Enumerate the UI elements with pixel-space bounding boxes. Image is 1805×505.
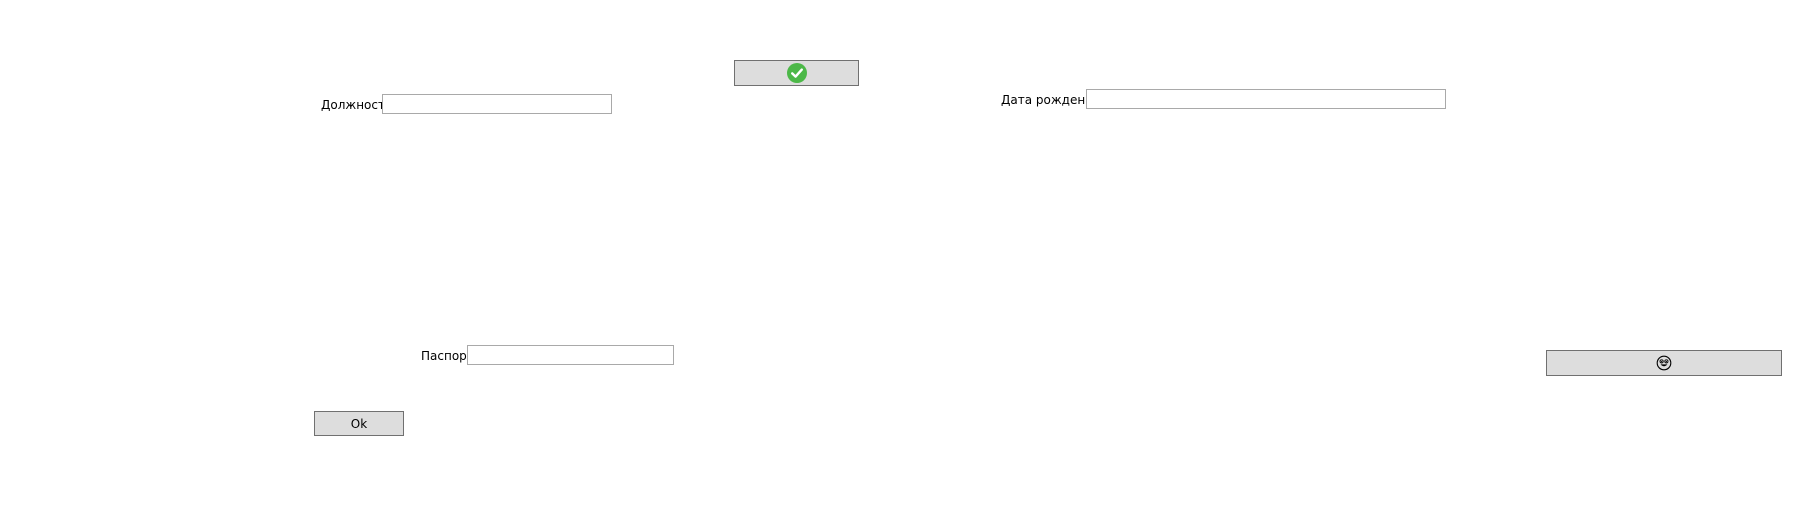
birthdate-input[interactable]: [1086, 89, 1446, 109]
position-input[interactable]: [382, 94, 612, 114]
ok-button[interactable]: Ok: [314, 411, 404, 436]
green-checkmark-icon: [786, 63, 807, 83]
passport-label: Паспорт: [421, 349, 474, 363]
emoji-button[interactable]: [1546, 350, 1782, 376]
confirm-button[interactable]: [734, 60, 859, 86]
smiley-face-icon: [1656, 355, 1672, 371]
passport-input[interactable]: [467, 345, 674, 365]
